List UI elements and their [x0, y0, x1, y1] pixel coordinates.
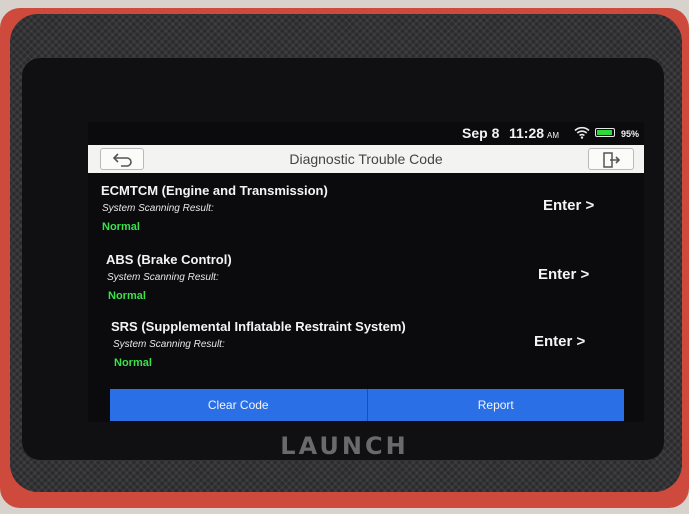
battery-icon	[595, 128, 615, 137]
system-item-abs: ABS (Brake Control) System Scanning Resu…	[88, 252, 644, 314]
enter-button-srs[interactable]: Enter >	[534, 333, 585, 350]
scan-result-status: Normal	[114, 357, 152, 369]
scan-result-label: System Scanning Result:	[102, 203, 214, 214]
status-time: 11:28	[509, 125, 545, 141]
system-item-srs: SRS (Supplemental Inflatable Restraint S…	[88, 319, 644, 381]
scan-result-label: System Scanning Result:	[113, 339, 225, 350]
system-name: ABS (Brake Control)	[106, 252, 232, 267]
wifi-icon	[574, 126, 590, 142]
enter-button-abs[interactable]: Enter >	[538, 266, 589, 283]
action-bar: Clear Code Report	[110, 389, 624, 421]
status-bar: Sep 8 11:28 AM 95%	[88, 122, 644, 144]
scan-result-label: System Scanning Result:	[107, 272, 219, 283]
battery-percent: 95%	[621, 129, 640, 139]
title-bar: Diagnostic Trouble Code	[88, 145, 644, 173]
exit-icon	[603, 152, 621, 168]
scan-result-status: Normal	[102, 221, 140, 233]
battery-level-fill	[597, 130, 613, 135]
status-date: Sep 8	[462, 125, 500, 141]
status-ampm: AM	[547, 131, 560, 140]
report-button[interactable]: Report	[366, 389, 625, 421]
exit-button[interactable]	[588, 148, 634, 170]
enter-button-ecmtcm[interactable]: Enter >	[543, 197, 594, 214]
system-name: SRS (Supplemental Inflatable Restraint S…	[111, 319, 406, 334]
brand-logo: LAUNCH	[280, 432, 409, 460]
clear-code-button[interactable]: Clear Code	[110, 389, 367, 421]
system-list: ECMTCM (Engine and Transmission) System …	[88, 173, 644, 391]
app-screen: Sep 8 11:28 AM 95% Diagnostic Trouble Cod…	[88, 122, 644, 422]
system-item-ecmtcm: ECMTCM (Engine and Transmission) System …	[88, 183, 644, 245]
scan-result-status: Normal	[108, 290, 146, 302]
status-clock: 11:28 AM	[509, 125, 559, 141]
page-title: Diagnostic Trouble Code	[289, 151, 443, 167]
system-name: ECMTCM (Engine and Transmission)	[101, 183, 328, 198]
